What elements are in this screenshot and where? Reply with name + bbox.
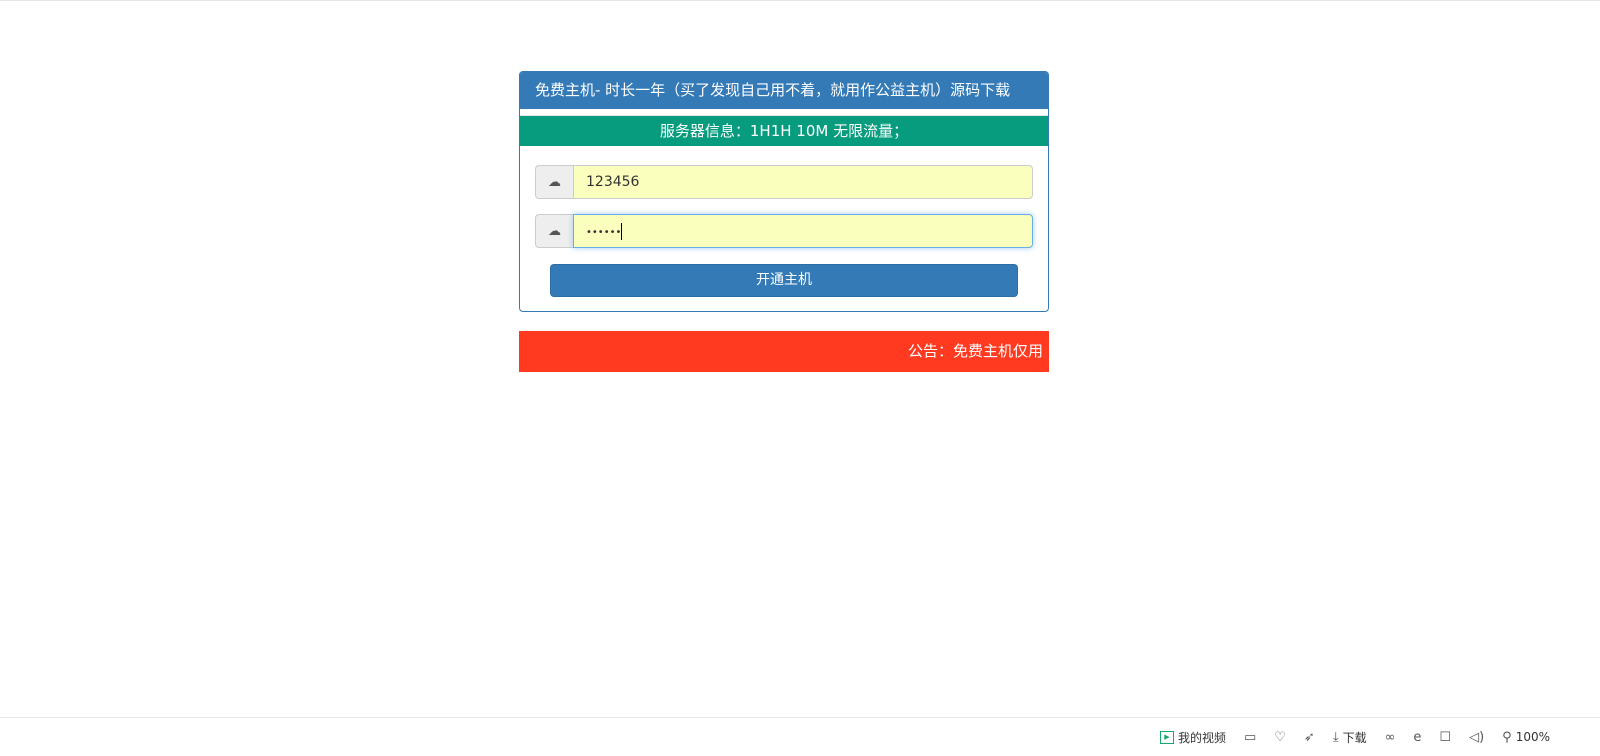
panel-title[interactable]: 免费主机- 时长一年（买了发现自己用不着，就用作公益主机）源码下载: [520, 72, 1048, 109]
host-panel: 免费主机- 时长一年（买了发现自己用不着，就用作公益主机）源码下载 服务器信息：…: [519, 71, 1049, 312]
text-caret: [621, 222, 623, 240]
zoom-button[interactable]: ⚲ 100%: [1502, 730, 1550, 745]
server-info: 服务器信息：1H1H 10M 无限流量；: [520, 115, 1048, 146]
my-videos-label: 我的视频: [1177, 730, 1226, 745]
browser-statusbar: ▶ 我的视频 ▭ ♡ ➶ ⤓ 下载 ∞ e ☐ ◁) ⚲ 100%: [0, 717, 1600, 756]
play-icon: ▶: [1159, 730, 1174, 744]
download-button[interactable]: ⤓ 下载: [1333, 729, 1367, 746]
password-value: ••••••: [586, 227, 622, 238]
notice-text: 公告：免费主机仅用: [908, 342, 1044, 360]
username-group: ☁ 123456: [535, 165, 1033, 199]
notice-marquee: 公告：免费主机仅用: [519, 331, 1049, 372]
username-input[interactable]: 123456: [573, 165, 1033, 199]
password-input[interactable]: ••••••: [573, 214, 1033, 248]
rocket-icon[interactable]: ➶: [1304, 730, 1315, 745]
ie-icon[interactable]: e: [1413, 730, 1421, 745]
password-group: ☁ ••••••: [535, 214, 1033, 248]
window-icon[interactable]: ☐: [1439, 730, 1451, 745]
image-icon[interactable]: ▭: [1244, 730, 1256, 745]
cloud-icon: ☁: [535, 214, 573, 248]
open-host-button[interactable]: 开通主机: [550, 264, 1018, 297]
zoom-label: 100%: [1515, 730, 1550, 744]
incognito-icon[interactable]: ∞: [1385, 730, 1396, 745]
download-icon: ⤓: [1332, 729, 1339, 745]
download-label: 下载: [1342, 730, 1367, 745]
my-videos-button[interactable]: ▶ 我的视频: [1159, 729, 1226, 746]
magnifier-icon: ⚲: [1502, 729, 1512, 745]
speaker-icon[interactable]: ◁): [1469, 730, 1484, 745]
heart-icon[interactable]: ♡: [1274, 730, 1286, 745]
cloud-icon: ☁: [535, 165, 573, 199]
